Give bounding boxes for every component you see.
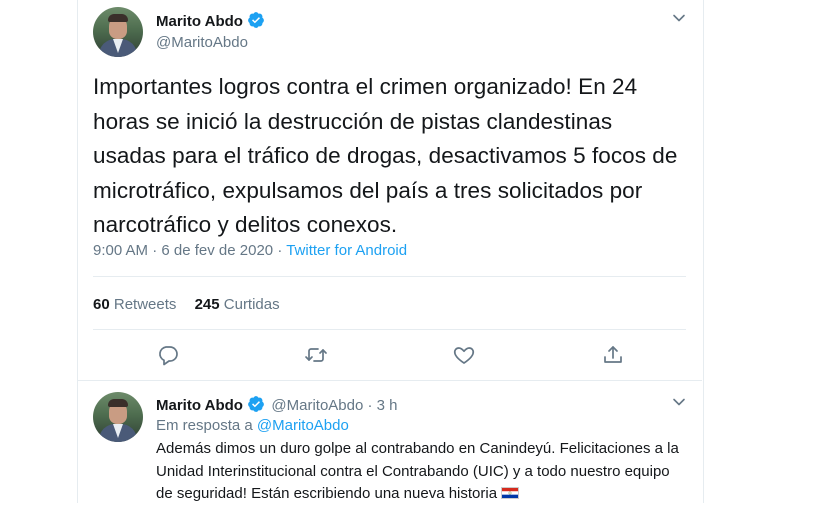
- in-reply-mention-link[interactable]: @MaritoAbdo: [257, 417, 349, 434]
- tweet-time[interactable]: 9:00 AM: [93, 242, 148, 259]
- reply-author-name[interactable]: Marito Abdo: [156, 397, 243, 414]
- retweet-icon[interactable]: [304, 343, 328, 367]
- verified-badge-icon: [247, 11, 265, 34]
- reply-time-ago[interactable]: 3 h: [377, 397, 398, 414]
- likes-count: 245: [194, 296, 220, 313]
- tweet-text: Importantes logros contra el crimen orga…: [93, 74, 678, 237]
- thread-divider: [78, 380, 702, 381]
- tweet-source-link[interactable]: Twitter for Android: [286, 242, 407, 259]
- likes-label: Curtidas: [223, 296, 280, 313]
- meta-separator: ·: [273, 242, 287, 259]
- divider: [93, 276, 686, 277]
- divider: [93, 329, 686, 330]
- verified-badge-icon: [247, 395, 265, 418]
- in-reply-to: Em resposta a @MaritoAbdo: [156, 417, 349, 434]
- share-icon[interactable]: [601, 343, 625, 367]
- likes-stat[interactable]: 245 Curtidas: [195, 296, 280, 313]
- chevron-down-icon[interactable]: [671, 394, 687, 410]
- reply-author-handle[interactable]: @MaritoAbdo: [271, 397, 363, 414]
- meta-separator: ·: [148, 242, 162, 259]
- author-avatar[interactable]: [93, 7, 143, 57]
- heart-icon[interactable]: [452, 343, 476, 367]
- retweets-label: Retweets: [113, 296, 177, 313]
- tweet-date[interactable]: 6 de fev de 2020: [161, 242, 273, 259]
- chevron-down-icon[interactable]: [671, 10, 687, 26]
- author-handle[interactable]: @MaritoAbdo: [156, 34, 248, 51]
- reply-header: Marito Abdo @MaritoAbdo · 3 h: [156, 395, 398, 418]
- reply-text-block: Además dimos un duro golpe al contraband…: [156, 438, 686, 506]
- tweet-stats: 60 Retweets 245 Curtidas: [93, 296, 280, 313]
- in-reply-label: Em resposta a: [156, 417, 253, 434]
- author-name[interactable]: Marito Abdo: [156, 13, 243, 30]
- avatar-hair: [108, 14, 128, 22]
- reply-text: Además dimos un duro golpe al contraband…: [156, 440, 679, 502]
- reply-author-avatar[interactable]: [93, 392, 143, 442]
- reply-icon[interactable]: [156, 343, 180, 367]
- paraguay-flag-icon: [501, 487, 520, 499]
- meta-separator: ·: [363, 397, 377, 414]
- author-name-row[interactable]: Marito Abdo: [156, 11, 265, 34]
- retweets-stat[interactable]: 60 Retweets: [93, 296, 176, 313]
- tweet-meta: 9:00 AM · 6 de fev de 2020 · Twitter for…: [93, 242, 407, 259]
- retweets-count: 60: [93, 296, 110, 313]
- avatar-hair: [108, 399, 128, 407]
